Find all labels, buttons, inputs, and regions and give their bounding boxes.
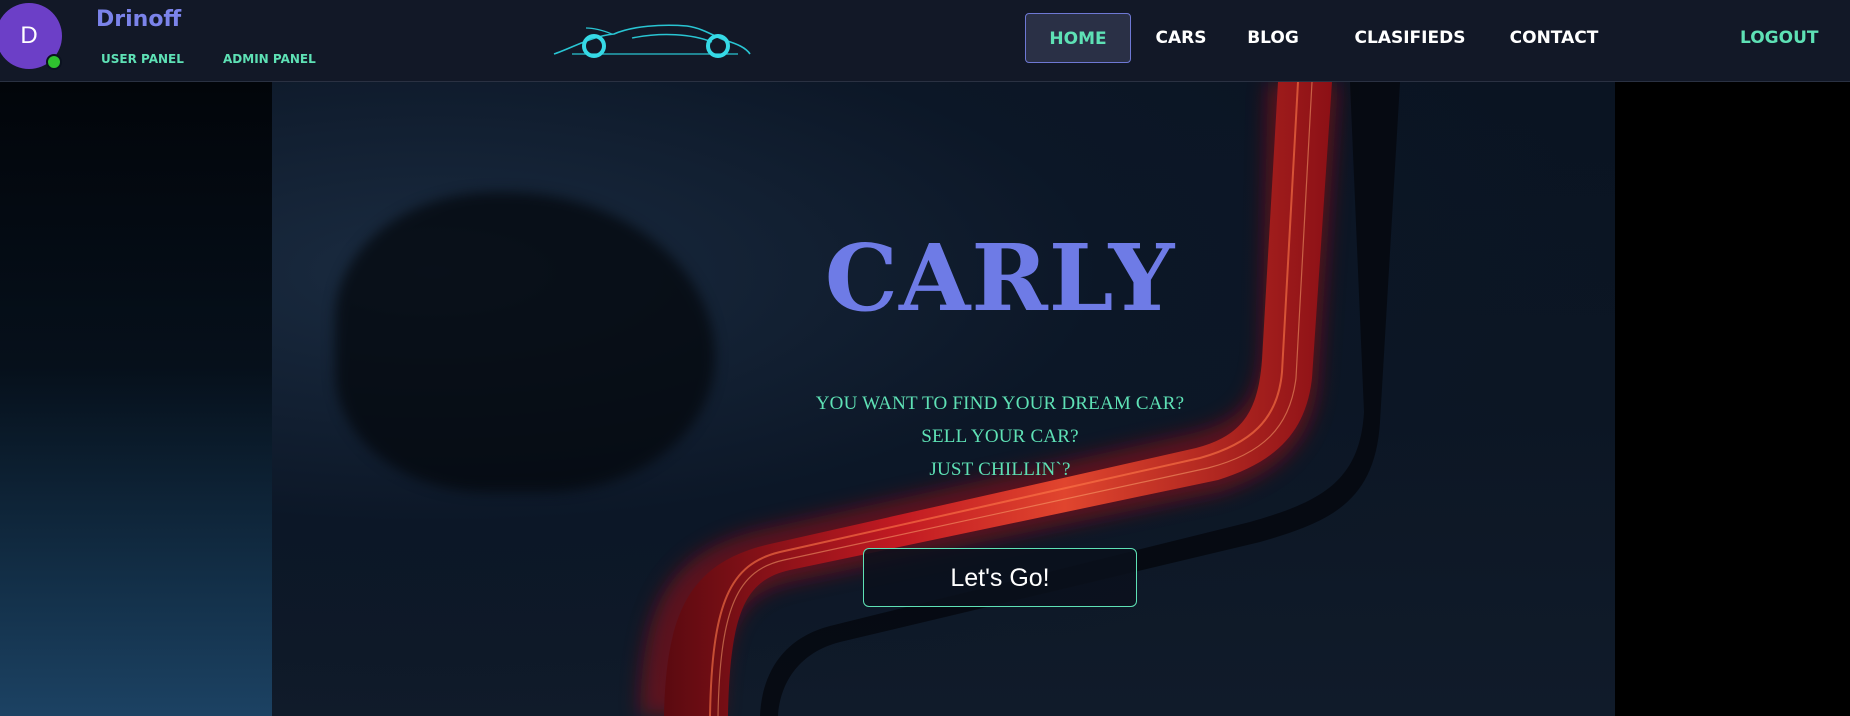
avatar-initial: D: [20, 22, 38, 49]
lets-go-button[interactable]: Let's Go!: [863, 548, 1137, 607]
user-panel-link[interactable]: USER PANEL: [101, 52, 184, 66]
nav-contact[interactable]: CONTACT: [1489, 13, 1619, 63]
tagline-dream-car: YOU WANT TO FIND YOUR DREAM CAR?: [815, 393, 1185, 414]
logout-link[interactable]: LOGOUT: [1740, 13, 1818, 63]
tagline-chillin: JUST CHILLIN`?: [929, 459, 1071, 480]
online-status-dot: [46, 54, 62, 70]
top-navbar: D Drinoff USER PANEL ADMIN PANEL HOME CA…: [0, 0, 1850, 82]
nav-cars[interactable]: CARS: [1155, 13, 1207, 63]
tagline-sell-car: SELL YOUR CAR?: [921, 426, 1079, 447]
admin-panel-link[interactable]: ADMIN PANEL: [223, 52, 316, 66]
username: Drinoff: [96, 7, 182, 32]
nav-home[interactable]: HOME: [1025, 13, 1131, 63]
brand-title: CARLY: [824, 224, 1176, 332]
nav-blog[interactable]: BLOG: [1247, 13, 1299, 63]
sports-car-logo-icon[interactable]: [552, 18, 752, 60]
hero-right-backdrop: [1615, 82, 1850, 716]
hero-section: CARLY YOU WANT TO FIND YOUR DREAM CAR? S…: [0, 82, 1850, 716]
nav-clasifieds[interactable]: CLASIFIEDS: [1343, 13, 1477, 63]
